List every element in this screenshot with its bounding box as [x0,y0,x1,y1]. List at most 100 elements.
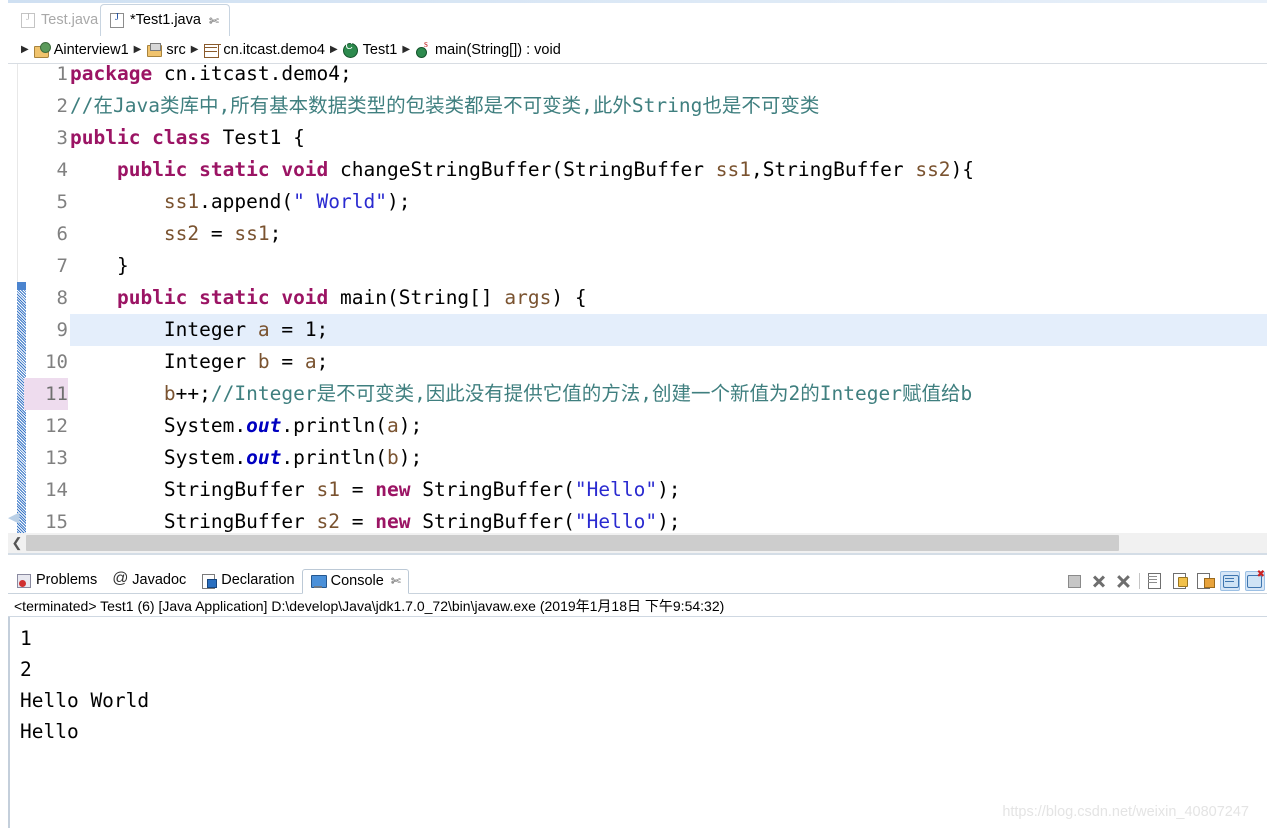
code-token: ); [398,414,423,437]
code-token: ; [316,350,329,373]
pin-console-button[interactable] [1195,571,1215,591]
code-token: ss1 [715,158,751,181]
breadcrumb-label: Ainterview1 [53,41,129,58]
code-token: a [304,350,317,373]
console-panel: Problems Javadoc Declaration Console ✄ [8,567,1267,828]
close-icon[interactable]: ✄ [391,574,401,588]
code-token: "Hello" [574,510,658,533]
code-line[interactable]: } [70,250,1267,282]
code-token: s1 [316,478,341,501]
code-line[interactable]: public static void main(String[] args) { [70,282,1267,314]
close-icon[interactable]: ✄ [209,14,219,28]
javadoc-icon [111,570,128,588]
code-line[interactable]: ss2 = ss1; [70,218,1267,250]
code-token: ); [398,446,423,469]
scroll-lock-button[interactable] [1170,571,1190,591]
code-token: .append( [199,190,294,213]
editor-horizontal-scrollbar[interactable]: ❮ [8,533,1267,553]
toolbar-divider [1139,572,1140,589]
editor-tab-test-java[interactable]: Test.java [12,4,108,36]
code-token: Integer [70,318,258,341]
chevron-right-icon: ▶ [21,44,29,55]
scrollbar-thumb[interactable] [26,535,1119,551]
code-line[interactable]: public class Test1 { [70,122,1267,154]
code-line[interactable]: StringBuffer s1 = new StringBuffer("Hell… [70,474,1267,506]
code-token: = [199,222,235,245]
code-line[interactable]: System.out.println(a); [70,410,1267,442]
code-line[interactable]: package cn.itcast.demo4; [70,64,1267,90]
editor-tab-label: Test.java [41,11,99,28]
code-token: changeStringBuffer(StringBuffer [328,158,716,181]
code-token: = [269,350,305,373]
code-line[interactable]: public static void changeStringBuffer(St… [70,154,1267,186]
tab-declaration[interactable]: Declaration [193,568,301,593]
editor-bottom-divider [8,553,1267,555]
chevron-right-icon: ▶ [133,44,142,55]
code-token: ); [657,478,681,501]
code-token: ; [269,222,282,245]
code-token: StringBuffer( [410,510,575,533]
code-token: b [257,350,270,373]
breadcrumb-item-project[interactable]: Ainterview1 [33,41,129,58]
breadcrumb-item-src[interactable]: src [146,42,186,58]
console-output-area[interactable]: 1 2 Hello World Hello [8,617,1267,828]
code-token: .println( [281,446,388,469]
code-token: StringBuffer( [410,478,575,501]
package-icon [203,42,220,58]
line-number: 13 [45,447,68,469]
code-line[interactable]: StringBuffer s2 = new StringBuffer("Hell… [70,506,1267,535]
breadcrumb-item-class[interactable]: Test1 [342,41,397,58]
breadcrumb-item-method[interactable]: main(String[]) : void [415,39,561,58]
code-line[interactable]: b++;//Integer是不可变类,因此没有提供它值的方法,创建一个新值为2的… [70,378,1267,410]
code-token: b [387,446,399,469]
editor-tab-test1-java[interactable]: *Test1.java ✄ [100,4,230,36]
code-editor[interactable]: ◀ 1 2 3 4 5 6 7 8 9 10 11 12 13 14 15 package cn.itcas… [8,64,1267,555]
code-token: ); [657,510,681,533]
code-token: StringBuffer [70,510,317,533]
tab-label: Declaration [221,572,295,588]
chevron-right-icon: ▶ [190,44,199,55]
console-output-line: 1 [20,627,32,650]
code-token: args [504,286,552,309]
code-token: ++; [175,382,211,405]
problems-icon [15,573,32,588]
code-token: ss2 [915,158,951,181]
code-text-area[interactable]: package cn.itcast.demo4; //在Java类库中,所有基本数… [70,64,1267,535]
method-static-icon [415,39,431,58]
open-console-button[interactable] [1245,569,1265,591]
terminate-button[interactable] [1064,571,1084,591]
line-number: 8 [56,287,68,309]
code-token: Test1 { [210,126,305,149]
tab-bar-accent [8,0,1267,3]
tab-problems[interactable]: Problems [8,568,104,593]
java-file-icon [21,12,35,28]
code-line[interactable]: ss1.append(" World"); [70,186,1267,218]
code-token: System. [70,414,247,437]
watermark-text: https://blog.csdn.net/weixin_40807247 [1002,804,1249,820]
code-line[interactable]: //在Java类库中,所有基本数据类型的包装类都是不可变类,此外String也是… [70,90,1267,122]
code-token: StringBuffer [70,478,317,501]
line-number: 3 [56,127,68,149]
console-icon [310,574,327,589]
tab-console[interactable]: Console ✄ [301,568,409,594]
breadcrumb-item-package[interactable]: cn.itcast.demo4 [203,42,325,58]
console-output-line: Hello World [20,689,150,712]
code-token: System. [70,446,247,469]
display-selected-console-button[interactable] [1220,570,1240,591]
tab-javadoc[interactable]: Javadoc [104,568,193,593]
tab-label: Javadoc [132,572,187,588]
code-line[interactable]: System.out.println(b); [70,442,1267,474]
code-token: ) { [551,286,587,309]
scroll-left-icon[interactable]: ❮ [8,535,26,551]
line-number: 12 [45,415,68,437]
code-token: ss1 [163,190,200,213]
code-line[interactable]: Integer b = a; [70,346,1267,378]
line-number-ruler: 1 2 3 4 5 6 7 8 9 10 11 12 13 14 15 [24,64,70,535]
code-token: new [375,510,411,533]
collapse-marker-icon[interactable]: ◀ [8,510,20,525]
remove-launch-button[interactable] [1089,571,1109,591]
code-token: out [246,414,282,437]
code-line[interactable]: Integer a = 1; [70,314,1267,346]
clear-console-button[interactable] [1145,571,1165,591]
remove-all-terminated-button[interactable] [1114,571,1134,591]
